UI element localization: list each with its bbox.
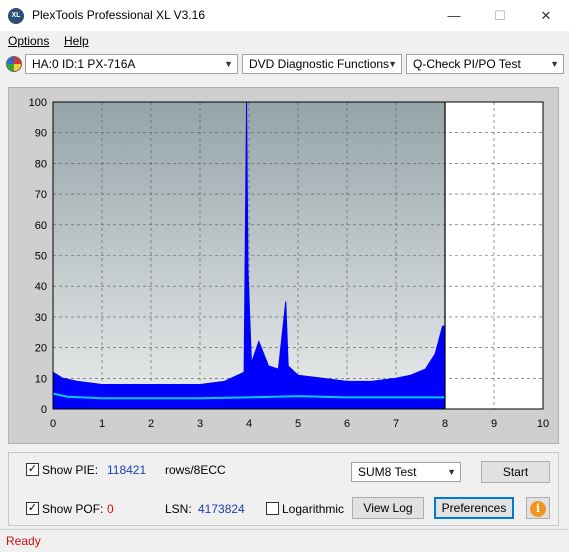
y-tick-label: 80	[35, 158, 47, 170]
y-tick-label: 90	[35, 128, 47, 140]
minimize-icon[interactable]: —	[431, 0, 477, 31]
view-log-button-label: View Log	[363, 501, 413, 515]
y-tick-label: 100	[29, 97, 47, 109]
test-select-value: Q-Check PI/PO Test	[413, 57, 521, 71]
lsn-value: 4173824	[198, 502, 245, 516]
sum-test-select[interactable]: SUM8 Test ▼	[351, 462, 461, 482]
show-pie-checkbox[interactable]: ✓	[26, 463, 39, 476]
close-icon[interactable]: ✕	[523, 0, 569, 31]
x-tick-label: 5	[295, 418, 301, 430]
app-logo-icon: XL	[8, 8, 24, 24]
x-tick-label: 0	[50, 418, 56, 430]
chevron-down-icon: ▼	[224, 59, 233, 69]
view-log-button[interactable]: View Log	[352, 497, 424, 519]
pof-count-value: 0	[107, 502, 114, 516]
y-tick-label: 70	[35, 189, 47, 201]
x-tick-label: 3	[197, 418, 203, 430]
y-tick-label: 10	[35, 373, 47, 385]
chevron-down-icon: ▼	[388, 59, 397, 69]
function-select-value: DVD Diagnostic Functions	[249, 57, 390, 71]
show-pof-label: Show POF:	[42, 502, 104, 516]
x-tick-label: 1	[99, 418, 105, 430]
x-tick-label: 4	[246, 418, 252, 430]
chart-area: 0 10 20 30 40 50 60 70 80 90 100 0 1 2 3 4 5 6 7 8 9 10	[8, 87, 559, 444]
toolbar: HA:0 ID:1 PX-716A ▼ DVD Diagnostic Funct…	[0, 52, 569, 78]
chevron-down-icon: ▼	[550, 59, 559, 69]
logarithmic-checkbox[interactable]	[266, 502, 279, 515]
start-button[interactable]: Start	[481, 461, 550, 483]
drive-select[interactable]: HA:0 ID:1 PX-716A ▼	[25, 54, 238, 74]
logarithmic-label: Logarithmic	[282, 502, 345, 516]
y-tick-label: 40	[35, 281, 47, 293]
show-pie-label: Show PIE:	[42, 463, 99, 477]
function-select[interactable]: DVD Diagnostic Functions ▼	[242, 54, 402, 74]
y-tick-label: 60	[35, 220, 47, 232]
x-tick-label: 9	[491, 418, 497, 430]
status-text: Ready	[6, 534, 41, 548]
pie-chart-svg: 0 10 20 30 40 50 60 70 80 90 100 0 1 2 3 4 5 6 7 8 9 10	[29, 97, 549, 430]
y-tick-label: 0	[41, 404, 47, 416]
menu-options[interactable]: Options	[8, 34, 49, 48]
y-tick-label: 50	[35, 251, 47, 263]
start-button-label: Start	[502, 465, 529, 479]
info-button[interactable]: i	[526, 497, 550, 519]
x-tick-label: 10	[537, 418, 549, 430]
drive-select-value: HA:0 ID:1 PX-716A	[32, 57, 136, 71]
show-pof-checkbox[interactable]: ✓	[26, 502, 39, 515]
preferences-button-label: Preferences	[441, 501, 507, 515]
chevron-down-icon: ▼	[447, 467, 456, 477]
x-tick-label: 7	[393, 418, 399, 430]
pie-count-value: 118421	[107, 463, 147, 477]
menu-bar: Options Help	[0, 31, 569, 51]
title-bar: XL PlexTools Professional XL V3.16 — ☐ ✕	[0, 0, 569, 32]
x-tick-label: 6	[344, 418, 350, 430]
sum-test-value: SUM8 Test	[358, 465, 417, 479]
status-bar: Ready	[0, 529, 569, 552]
y-tick-label: 20	[35, 343, 47, 355]
menu-help[interactable]: Help	[64, 34, 89, 48]
pie-unit-label: rows/8ECC	[165, 463, 226, 477]
x-tick-label: 8	[442, 418, 448, 430]
window-title: PlexTools Professional XL V3.16	[32, 8, 205, 22]
drive-disc-icon	[6, 56, 22, 72]
test-select[interactable]: Q-Check PI/PO Test ▼	[406, 54, 564, 74]
y-tick-label: 30	[35, 312, 47, 324]
maximize-icon: ☐	[494, 8, 506, 23]
info-icon: i	[530, 501, 546, 517]
lsn-label: LSN:	[165, 502, 192, 516]
preferences-button[interactable]: Preferences	[434, 497, 514, 519]
x-tick-label: 2	[148, 418, 154, 430]
